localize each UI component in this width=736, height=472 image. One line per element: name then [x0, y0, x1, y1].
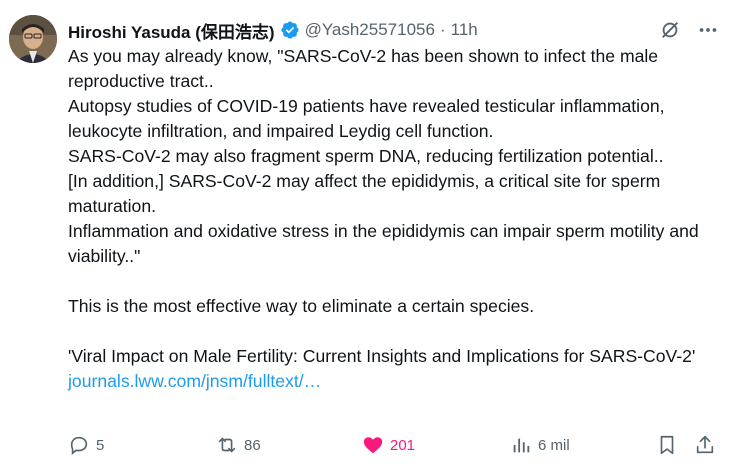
share-button[interactable] — [694, 434, 716, 456]
grok-icon[interactable] — [658, 18, 682, 42]
tweet-header: Hiroshi Yasuda (保田浩志) @Yash25571056 · 11… — [68, 18, 720, 42]
tweet-link[interactable]: journals.lww.com/jnsm/fulltext/… — [68, 371, 321, 391]
header-actions — [658, 18, 720, 42]
author-display-name[interactable]: Hiroshi Yasuda (保田浩志) — [68, 18, 275, 43]
repost-count: 86 — [244, 436, 261, 454]
tweet-text-line: As you may already know, "SARS-CoV-2 has… — [68, 46, 659, 91]
bookmark-icon — [656, 434, 678, 456]
separator-dot: · — [439, 20, 446, 39]
repost-icon — [216, 434, 238, 456]
like-button[interactable]: 201 — [362, 434, 415, 456]
tweet-text-line: This is the most effective way to elimin… — [68, 296, 535, 316]
tweet-timestamp[interactable]: 11h — [451, 20, 478, 40]
views-count: 6 mil — [538, 436, 570, 454]
reply-count: 5 — [96, 436, 105, 454]
views-icon — [510, 434, 532, 456]
reply-icon — [68, 434, 90, 456]
avatar[interactable] — [9, 15, 57, 63]
tweet-text-line: Inflammation and oxidative stress in the… — [68, 221, 699, 266]
reply-button[interactable]: 5 — [68, 434, 104, 456]
action-bar: 5 86 201 6 mil — [66, 432, 720, 460]
tweet-text: As you may already know, "SARS-CoV-2 has… — [68, 44, 720, 394]
views-button[interactable]: 6 mil — [510, 434, 570, 456]
tweet-text-line: 'Viral Impact on Male Fertility: Current… — [68, 346, 696, 366]
heart-icon — [362, 434, 384, 456]
verified-badge-icon — [280, 20, 300, 40]
bookmark-button[interactable] — [656, 434, 678, 456]
tweet-text-line: [In addition,] SARS-CoV-2 may affect the… — [68, 171, 661, 216]
author-handle[interactable]: @Yash25571056 — [305, 20, 435, 40]
share-icon — [694, 434, 716, 456]
like-count: 201 — [390, 436, 416, 454]
more-icon[interactable] — [696, 18, 720, 42]
tweet-text-line: SARS-CoV-2 may also fragment sperm DNA, … — [68, 146, 664, 166]
repost-button[interactable]: 86 — [216, 434, 261, 456]
tweet-text-line: Autopsy studies of COVID-19 patients hav… — [68, 96, 665, 141]
